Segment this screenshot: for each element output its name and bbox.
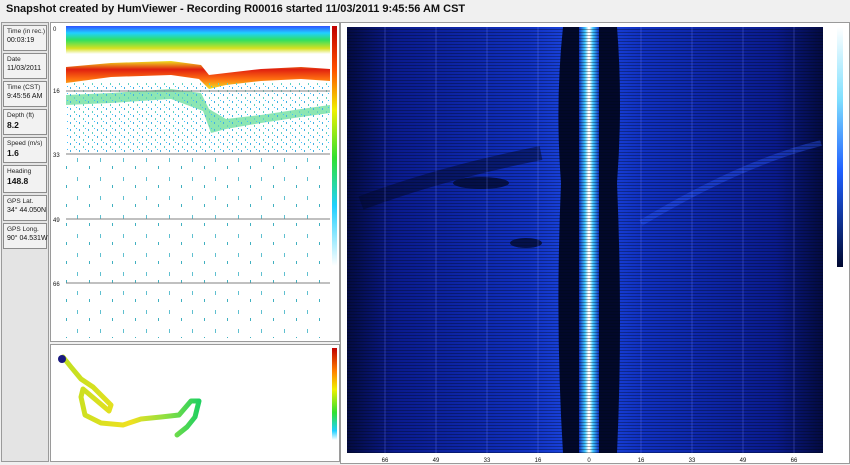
depth-tick-label: 49 [53,218,60,224]
field-value: 148.8 [7,176,29,186]
track-color-scale [332,348,337,440]
info-sidebar: Time (in rec.) 00:03:19 Date 11/03/2011 … [1,22,49,462]
field-value: 9:45:56 AM [7,93,43,100]
sonar-color-scale [332,26,337,266]
heading-field: Heading 148.8 [3,165,47,193]
range-tick-label: 33 [484,458,491,464]
current-position-marker [58,355,66,363]
gps-lat-field: GPS Lat. 34° 44.050N [3,195,47,221]
gps-track-map [58,348,337,440]
range-tick-label: 66 [382,458,389,464]
field-label: Depth (ft) [7,112,35,119]
depth-field: Depth (ft) 8.2 [3,109,47,135]
field-value: 34° 44.050N [7,207,46,214]
range-tick-label: 33 [689,458,696,464]
time-in-recording-field: Time (in rec.) 00:03:19 [3,25,47,51]
field-label: GPS Lat. [7,198,34,205]
depth-tick-label: 33 [53,153,60,159]
speed-field: Speed (m/s) 1.6 [3,137,47,163]
range-tick-label: 66 [791,458,798,464]
gps-long-field: GPS Long. 90° 04.531W [3,223,48,249]
field-label: GPS Long. [7,226,39,233]
range-tick-label: 16 [638,458,645,464]
field-value: 1.6 [7,148,19,158]
field-label: Speed (m/s) [7,140,43,147]
side-imaging-view: 66 49 33 16 0 16 33 49 66 [347,27,843,464]
field-label: Time (in rec.) [7,28,46,35]
date-field: Date 11/03/2011 [3,53,47,79]
depth-tick-label: 16 [53,89,60,95]
range-tick-label: 49 [740,458,747,464]
field-label: Date [7,56,21,63]
field-label: Heading [7,168,32,175]
gps-track-line [60,354,202,438]
range-tick-label: 49 [433,458,440,464]
side-image-color-scale [837,27,843,267]
side-imaging-panel: 66 49 33 16 0 16 33 49 66 [340,22,850,464]
field-label: Time (CST) [7,84,41,91]
depth-tick-label: 0 [53,27,57,33]
field-value: 00:03:19 [7,37,35,44]
window-title: Snapshot created by HumViewer - Recordin… [6,3,466,15]
depth-tick-label: 66 [53,282,60,288]
field-value: 8.2 [7,120,19,130]
sonar-panel: 0 16 33 49 66 [50,22,340,342]
range-tick-label: 16 [535,458,542,464]
gps-track-panel [50,344,340,462]
field-value: 11/03/2011 [7,65,41,72]
sonar-graph: 0 16 33 49 66 [53,26,337,338]
time-cst-field: Time (CST) 9:45:56 AM [3,81,47,107]
range-tick-label: 0 [587,458,591,464]
field-value: 90° 04.531W [7,235,48,242]
